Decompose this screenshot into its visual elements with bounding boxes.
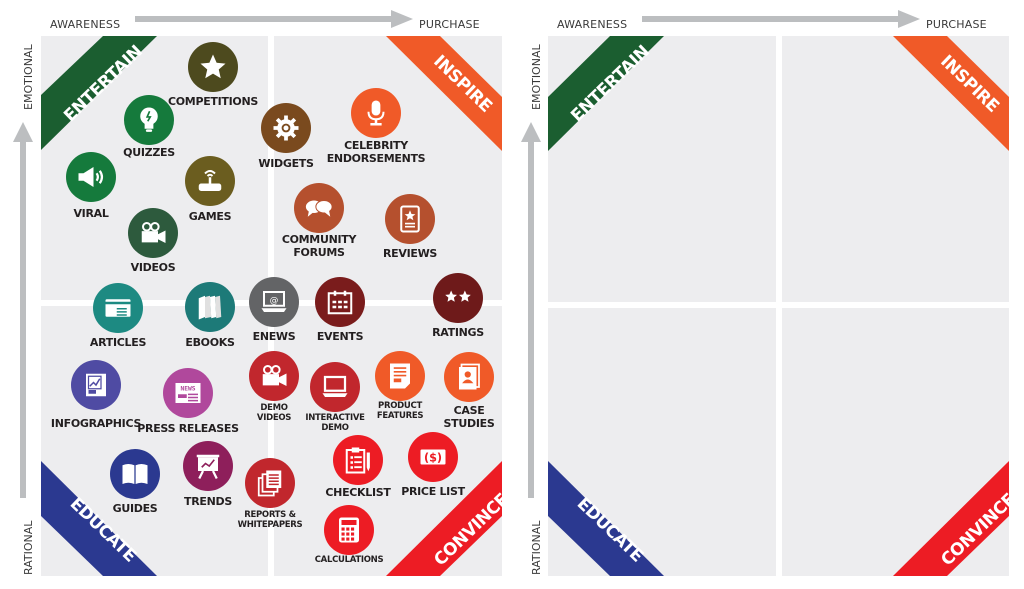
- video-camera-icon: [128, 208, 178, 258]
- axis-label-awareness: AWARENESS: [557, 18, 628, 31]
- awareness-to-purchase-arrow: [135, 10, 413, 28]
- axis-label-emotional: EMOTIONAL: [22, 44, 35, 110]
- laptop-email-icon: @: [249, 277, 299, 327]
- content-item-label: COMPETITIONS: [167, 95, 259, 108]
- content-item-label: VIRAL: [73, 207, 109, 220]
- rational-to-emotional-arrow: [13, 122, 33, 498]
- star-icon: [188, 42, 238, 92]
- content-item-label: REVIEWS: [382, 247, 438, 260]
- content-item-label: TRENDS: [184, 495, 232, 508]
- calendar-icon: [315, 277, 365, 327]
- quadrant-inspire: INSPIRE: [782, 36, 1009, 302]
- content-item-label: CALCULATIONS: [314, 555, 384, 565]
- content-item-label: WIDGETS: [258, 157, 314, 170]
- content-item-label: EVENTS: [316, 330, 364, 343]
- open-book-icon: [110, 449, 160, 499]
- quadrant-educate: EDUCATE: [548, 308, 776, 576]
- review-tablet-icon: [385, 194, 435, 244]
- axis-label-rational: RATIONAL: [530, 520, 543, 575]
- infographic-icon: [71, 360, 121, 410]
- dollar-bill-icon: ($): [408, 432, 458, 482]
- joystick-icon: [185, 156, 235, 206]
- axis-label-emotional: EMOTIONAL: [530, 44, 543, 110]
- two-stars-icon: [433, 273, 483, 323]
- content-item-label: PRODUCT FEATURES: [376, 401, 424, 421]
- content-item-label: INTERACTIVE DEMO: [305, 413, 365, 433]
- megaphone-icon: [66, 152, 116, 202]
- content-item-label: COMMUNITY FORUMS: [281, 233, 357, 259]
- content-item-label: GAMES: [188, 210, 232, 223]
- svg-text:($): ($): [424, 451, 442, 464]
- svg-text:@: @: [270, 296, 279, 306]
- lightbulb-icon: [124, 95, 174, 145]
- article-icon: [93, 283, 143, 333]
- content-item-label: QUIZZES: [123, 146, 175, 159]
- microphone-icon: [351, 88, 401, 138]
- content-item-label: CHECKLIST: [325, 486, 391, 499]
- quadrant-convince: CONVINCE: [274, 306, 502, 576]
- educate-ribbon: [548, 461, 664, 576]
- content-item-label: PRICE LIST: [401, 485, 465, 498]
- newspaper-icon: NEWS: [163, 368, 213, 418]
- clipboard-checklist-icon: [333, 435, 383, 485]
- rational-to-emotional-arrow: [521, 122, 541, 498]
- quadrant-entertain: ENTERTAIN: [548, 36, 776, 302]
- calculator-icon: [324, 505, 374, 555]
- awareness-to-purchase-arrow: [642, 10, 920, 28]
- content-item-label: EBOOKS: [185, 336, 235, 349]
- stacked-documents-icon: [245, 458, 295, 508]
- content-item-label: PRESS RELEASES: [137, 422, 239, 435]
- content-item-label: REPORTS & WHITEPAPERS: [237, 510, 303, 530]
- content-item-label: VIDEOS: [130, 261, 176, 274]
- axis-label-awareness: AWARENESS: [50, 18, 121, 31]
- content-item-label: CASE STUDIES: [443, 404, 495, 430]
- video-camera-icon: [249, 351, 299, 401]
- svg-text:NEWS: NEWS: [180, 386, 195, 393]
- content-item-label: CELEBRITY ENDORSEMENTS: [326, 139, 426, 165]
- gear-icon: [261, 103, 311, 153]
- entertain-ribbon: [548, 36, 664, 151]
- content-item-label: ARTICLES: [89, 336, 147, 349]
- axis-label-purchase: PURCHASE: [926, 18, 987, 31]
- content-item-label: ENEWS: [252, 330, 296, 343]
- books-icon: [185, 282, 235, 332]
- laptop-icon: [310, 362, 360, 412]
- profile-document-icon: [444, 352, 494, 402]
- content-item-label: GUIDES: [112, 502, 158, 515]
- axis-label-purchase: PURCHASE: [419, 18, 480, 31]
- presentation-chart-icon: [183, 441, 233, 491]
- content-item-label: INFOGRAPHICS: [50, 417, 142, 430]
- speech-bubbles-icon: [294, 183, 344, 233]
- axis-label-rational: RATIONAL: [22, 520, 35, 575]
- content-item-label: DEMO VIDEOS: [256, 403, 292, 423]
- document-icon: [375, 351, 425, 401]
- content-item-label: RATINGS: [432, 326, 484, 339]
- quadrant-convince: CONVINCE: [782, 308, 1009, 576]
